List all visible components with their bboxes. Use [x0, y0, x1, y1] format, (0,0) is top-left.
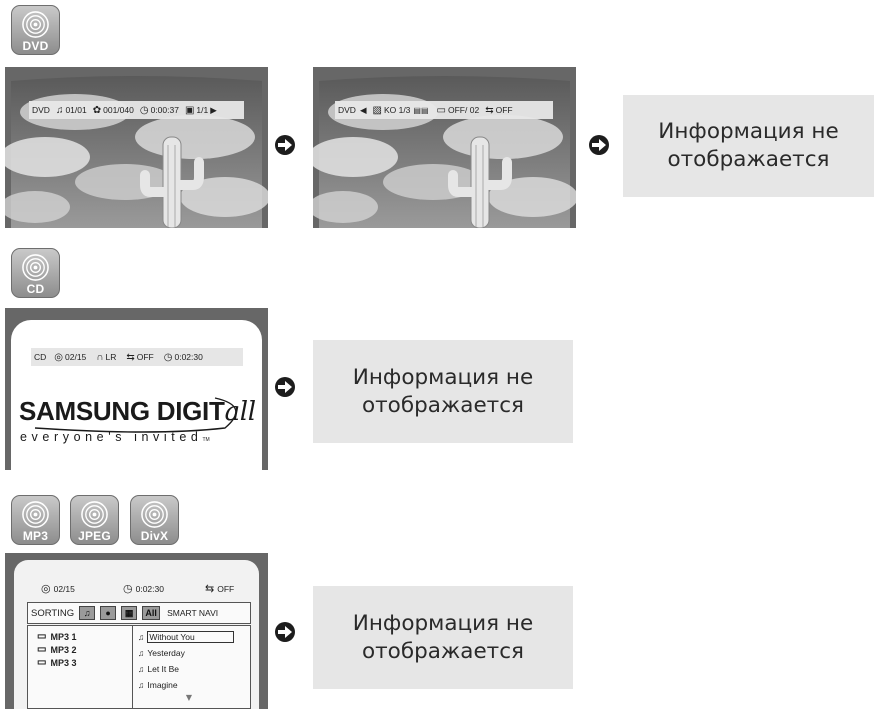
sky-image — [313, 76, 576, 228]
smart-navi-label: SMART NAVI — [167, 608, 219, 618]
osd-title-item: ♫ 01/01 — [55, 104, 87, 116]
title-icon: ♫ — [55, 104, 64, 116]
osd-track-item: ◎ 02/15 — [54, 351, 87, 363]
prev-arrow-icon: ◀ — [359, 104, 367, 115]
song-item-selected[interactable]: ♫ Without You — [138, 629, 250, 645]
sorting-bar: SORTING ♫ ● ▦ All SMART NAVI — [27, 602, 251, 624]
osd-mode: DVD ◀ — [338, 104, 367, 116]
osd-repeat-item: ⇆ OFF — [126, 351, 154, 363]
osd-angle-item: ▣ 1/1 ▶ — [184, 104, 217, 116]
music-note-icon: ♫ — [138, 632, 145, 642]
dvd-badge-label: DVD — [22, 39, 49, 53]
music-note-icon: ♫ — [138, 680, 145, 690]
disc-icon — [141, 501, 168, 528]
media-status-track: ◎ 02/15 — [41, 583, 75, 595]
arrow-right-icon — [275, 622, 295, 642]
disc-icon: ◎ — [54, 351, 64, 363]
divx-badge: DivX — [130, 495, 179, 545]
subtitle-icon: ▭ — [436, 104, 446, 116]
disc-icon: ◎ — [41, 583, 51, 595]
clock-icon: ◷ — [163, 351, 173, 363]
osd-channel-item: ∩ LR — [96, 351, 117, 363]
folder-item[interactable]: ▭ MP3 1 — [37, 630, 132, 643]
clock-icon: ◷ — [123, 583, 133, 595]
osd-time-item: ◷ 0:02:30 — [163, 351, 203, 363]
disc-icon — [22, 254, 49, 281]
osd-chapter-item: ✿ 001/040 — [92, 104, 134, 116]
info-line-2: отображается — [362, 392, 524, 418]
music-note-icon: ♫ — [138, 664, 145, 674]
disc-icon — [22, 11, 49, 38]
info-line-1: Информация не — [352, 610, 534, 636]
dvd-screen-1: DVD ♫ 01/01 ✿ 001/040 ◷ 0:00:37 ▣ 1/1 ▶ — [5, 67, 268, 228]
divx-badge-label: DivX — [140, 529, 169, 543]
mp3-badge: MP3 — [11, 495, 60, 545]
arrow-right-icon — [275, 377, 295, 397]
folder-pane: ▭ MP3 1 ▭ MP3 2 ▭ MP3 3 — [27, 625, 133, 709]
sky-image — [5, 76, 268, 228]
disc-icon — [81, 501, 108, 528]
media-screen: ◎ 02/15 ◷ 0:02:30 ⇆ OFF SORTING ♫ ● ▦ All S… — [5, 553, 268, 709]
dvd-osd-bar-1: DVD ♫ 01/01 ✿ 001/040 ◷ 0:00:37 ▣ 1/1 ▶ — [29, 101, 244, 119]
cd-info-box: Информация не отображается — [313, 340, 573, 443]
jpeg-badge: JPEG — [70, 495, 119, 545]
disc-icon — [22, 501, 49, 528]
media-info-box: Информация не отображается — [313, 586, 573, 689]
song-item[interactable]: ♫ Yesterday — [138, 645, 250, 661]
folder-icon: ▭ — [37, 657, 47, 668]
next-arrow-icon: ▶ — [210, 104, 217, 115]
info-line-1: Информация не — [352, 364, 534, 390]
movie-filter-icon[interactable]: ▦ — [121, 606, 138, 620]
jpeg-badge-label: JPEG — [78, 529, 111, 543]
info-line-1: Информация не — [658, 119, 839, 144]
folder-icon: ▭ — [37, 644, 47, 655]
dvd-info-box: Информация не отображается — [623, 95, 874, 197]
music-filter-icon[interactable]: ♫ — [79, 606, 96, 620]
smart-sound-icon: ▤▤ — [413, 105, 429, 115]
headphones-icon: ∩ — [96, 351, 104, 363]
cd-osd-bar: CD ◎ 02/15 ∩ LR ⇆ OFF ◷ 0:02:30 — [31, 348, 243, 366]
osd-repeat-item: ⇆ OFF — [485, 104, 513, 116]
cd-badge: CD — [11, 248, 60, 298]
dvd-badge: DVD — [11, 5, 60, 55]
osd-audio-item: ▧ KO 1/3 ▤▤ — [372, 104, 429, 116]
scroll-down-icon[interactable]: ▼ — [128, 693, 250, 703]
arrow-right-icon — [275, 135, 295, 155]
folder-icon: ▭ — [37, 631, 47, 642]
media-status-repeat: ⇆ OFF — [205, 583, 235, 595]
camera-icon: ▣ — [184, 104, 195, 116]
dvd-screen-2: DVD ◀ ▧ KO 1/3 ▤▤ ▭ OFF/ 02 ⇆ OFF — [313, 67, 576, 228]
repeat-icon: ⇆ — [485, 104, 494, 116]
logo-swoosh — [34, 397, 237, 433]
cd-badge-label: CD — [26, 282, 45, 296]
media-status-time: ◷ 0:02:30 — [123, 583, 164, 595]
info-line-2: отображается — [667, 147, 830, 172]
mp3-badge-label: MP3 — [22, 529, 49, 543]
arrow-right-icon — [589, 135, 609, 155]
osd-mode: CD — [34, 352, 47, 362]
clock-icon: ◷ — [139, 104, 149, 116]
samsung-tagline: everyone's invitedTM — [20, 430, 210, 444]
sorting-label: SORTING — [31, 607, 75, 619]
audio-icon: ▧ — [372, 104, 382, 116]
folder-item[interactable]: ▭ MP3 2 — [37, 643, 132, 656]
folder-item[interactable]: ▭ MP3 3 — [37, 656, 132, 669]
dvd-osd-bar-2: DVD ◀ ▧ KO 1/3 ▤▤ ▭ OFF/ 02 ⇆ OFF — [335, 101, 553, 119]
song-item[interactable]: ♫ Imagine — [138, 677, 250, 693]
song-pane: ♫ Without You ♫ Yesterday ♫ Let It Be ♫ Imag… — [132, 625, 251, 709]
cd-screen: CD ◎ 02/15 ∩ LR ⇆ OFF ◷ 0:02:30 SAMSUNG DIGI… — [5, 308, 268, 470]
osd-time-item: ◷ 0:00:37 — [139, 104, 179, 116]
repeat-icon: ⇆ — [205, 583, 215, 595]
person-filter-icon[interactable]: ● — [100, 606, 117, 620]
osd-subtitle-item: ▭ OFF/ 02 — [436, 104, 480, 116]
all-filter-button[interactable]: All — [142, 606, 161, 620]
music-note-icon: ♫ — [138, 648, 145, 658]
chapter-icon: ✿ — [92, 104, 102, 116]
info-line-2: отображается — [362, 638, 524, 664]
repeat-icon: ⇆ — [126, 351, 135, 363]
song-item[interactable]: ♫ Let It Be — [138, 661, 250, 677]
osd-mode: DVD — [32, 105, 50, 115]
